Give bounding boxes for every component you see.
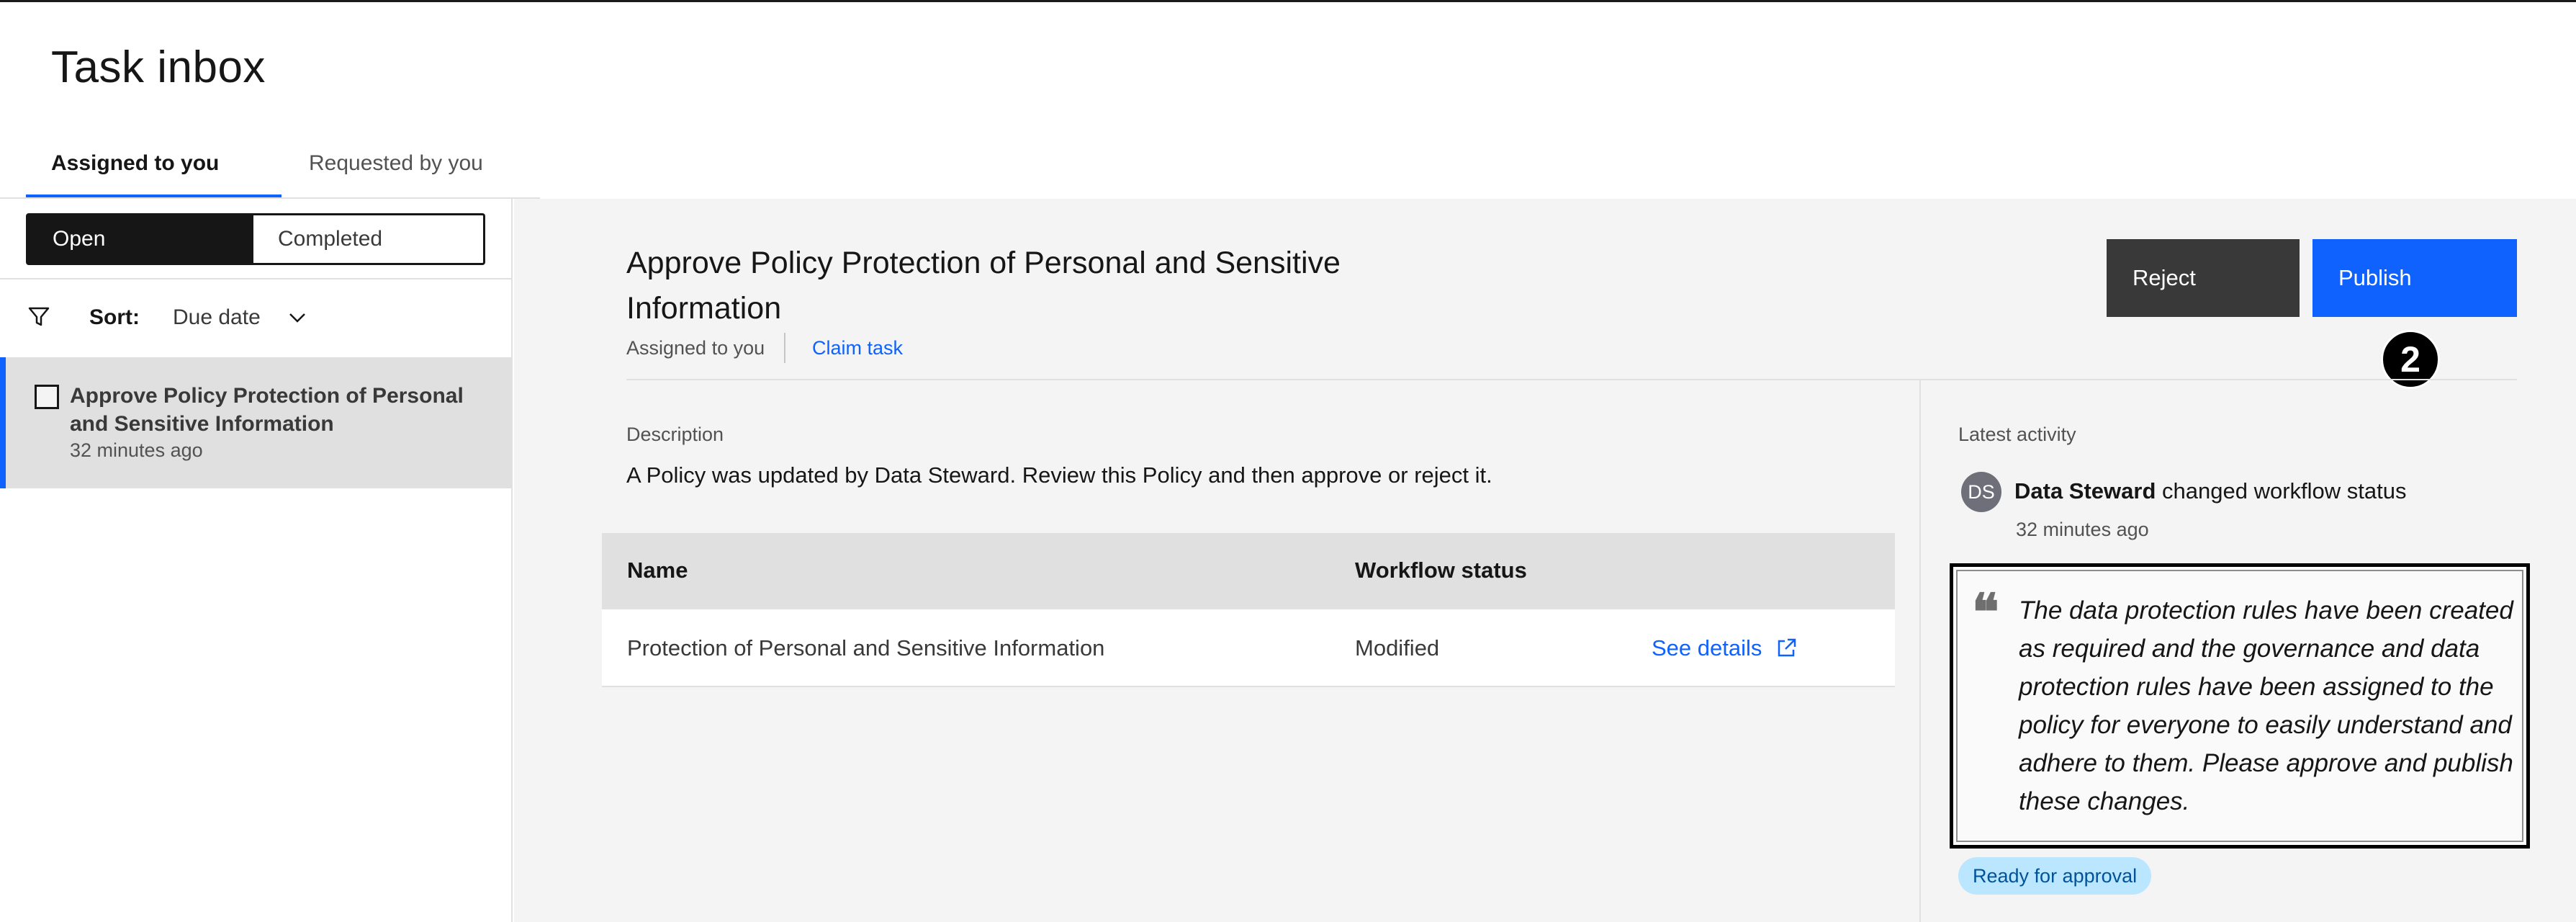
avatar: DS <box>1961 472 2001 512</box>
description-text: A Policy was updated by Data Steward. Re… <box>626 462 1492 488</box>
latest-activity-label: Latest activity <box>1958 424 2076 445</box>
task-heading: Approve Policy Protection of Personal an… <box>626 246 1341 326</box>
task-checkbox[interactable] <box>35 385 59 409</box>
table-row: Protection of Personal and Sensitive Inf… <box>602 609 1895 687</box>
row-status: Modified <box>1355 635 1440 661</box>
assigned-separator <box>784 333 785 363</box>
column-header-name: Name <box>627 558 688 583</box>
tab-assigned-to-you[interactable]: Assigned to you <box>51 151 219 176</box>
see-details-link[interactable]: See details <box>1652 635 1798 661</box>
description-label: Description <box>626 424 724 445</box>
publish-button[interactable]: Publish <box>2312 239 2517 317</box>
filter-icon[interactable] <box>27 305 50 328</box>
tab-requested-by-you[interactable]: Requested by you <box>309 151 483 176</box>
open-toggle[interactable]: Open <box>26 213 255 265</box>
column-divider <box>1919 380 1921 922</box>
page-title: Task inbox <box>51 42 266 92</box>
activity-actor: Data Steward <box>2014 478 2156 503</box>
quote-icon: ❝ <box>1972 582 1999 642</box>
chevron-down-icon[interactable] <box>287 307 308 328</box>
sort-dropdown[interactable]: Due date <box>173 305 261 330</box>
column-header-workflow-status: Workflow status <box>1355 558 1527 583</box>
table-header: Name Workflow status <box>602 533 1895 609</box>
comment-frame: ❝ The data protection rules have been cr… <box>1956 570 2523 842</box>
task-item-time: 32 minutes ago <box>70 439 203 461</box>
see-details-label: See details <box>1652 635 1762 661</box>
comment-text: The data protection rules have been crea… <box>2019 596 2513 815</box>
task-list-item[interactable]: Approve Policy Protection of Personal an… <box>0 357 513 488</box>
task-item-title: Approve Policy Protection of Personal an… <box>70 384 464 436</box>
artifacts-table: Name Workflow status Protection of Perso… <box>602 533 1895 687</box>
header-divider <box>626 379 2517 380</box>
activity-comment: ❝ The data protection rules have been cr… <box>1950 563 2530 849</box>
sort-label: Sort: <box>89 305 140 329</box>
status-badge: Ready for approval <box>1958 857 2152 895</box>
left-panel-divider <box>0 278 513 279</box>
activity-time: 32 minutes ago <box>2016 519 2149 540</box>
row-name: Protection of Personal and Sensitive Inf… <box>627 635 1105 661</box>
reject-button[interactable]: Reject <box>2107 239 2300 317</box>
top-border <box>0 0 2576 2</box>
claim-task-link[interactable]: Claim task <box>812 337 903 359</box>
assigned-label: Assigned to you <box>626 337 765 359</box>
activity-summary: Data Steward changed workflow status <box>2014 478 2407 504</box>
external-link-icon <box>1778 638 1796 657</box>
completed-toggle[interactable]: Completed <box>253 213 485 265</box>
activity-action: changed workflow status <box>2162 478 2407 503</box>
